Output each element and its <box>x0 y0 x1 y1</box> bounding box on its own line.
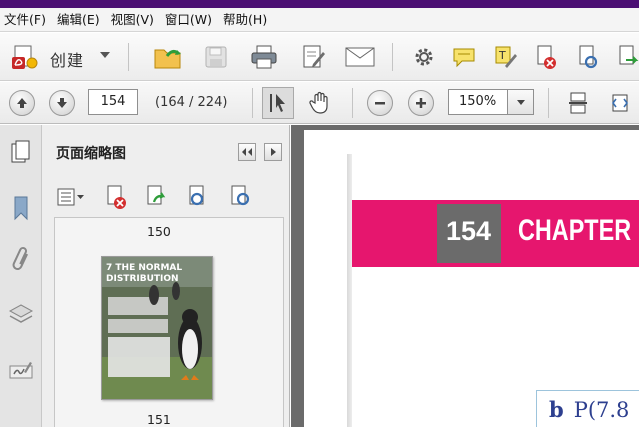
thumbnail-panel: 页面缩略图 150 7 THE NORMAL DISTRIBUTION 151 <box>42 125 290 427</box>
page-binding-edge <box>347 154 352 427</box>
delete-page-icon[interactable] <box>530 41 562 73</box>
zoom-dropdown-button[interactable] <box>508 89 534 115</box>
toolbar-divider <box>548 88 549 118</box>
page-count-label: (164 / 224) <box>155 95 228 110</box>
chapter-number: 154 <box>446 216 492 246</box>
print-icon[interactable] <box>248 41 280 73</box>
navigation-pane-strip <box>0 125 42 427</box>
save-icon[interactable] <box>200 41 232 73</box>
answer-text: P(7.8 <box>573 398 630 422</box>
highlight-icon[interactable]: T <box>490 41 522 73</box>
open-folder-icon[interactable] <box>152 41 184 73</box>
menu-bar: 文件(F) 编辑(E) 视图(V) 窗口(W) 帮助(H) <box>0 8 639 32</box>
svg-text:T: T <box>498 49 506 62</box>
rotate-page-icon[interactable] <box>572 41 604 73</box>
create-dropdown-icon[interactable] <box>100 52 110 58</box>
toolbar-divider <box>392 43 393 71</box>
signature-icon[interactable] <box>6 355 36 385</box>
insert-page-icon[interactable] <box>142 183 170 211</box>
attachment-icon[interactable] <box>6 245 36 275</box>
thumbnail-list[interactable]: 150 7 THE NORMAL DISTRIBUTION 151 <box>54 217 284 427</box>
main-toolbar: 创建 T <box>0 33 639 81</box>
chapter-title: CHAPTER <box>518 214 632 247</box>
thumbnail-page-label: 151 <box>147 412 171 427</box>
page-thumbnail[interactable]: 7 THE NORMAL DISTRIBUTION <box>101 256 213 400</box>
chapter-header-band: 154 CHAPTER <box>352 200 639 267</box>
double-chevron-left-icon <box>242 148 252 156</box>
collapse-panel-button[interactable] <box>238 143 256 161</box>
zoom-level-input[interactable]: 150% <box>448 89 508 115</box>
edit-document-icon[interactable] <box>298 41 330 73</box>
fit-width-icon[interactable] <box>604 87 636 119</box>
create-pdf-icon[interactable] <box>8 41 40 73</box>
thumbnail-page-label: 150 <box>147 224 171 239</box>
handwritten-answer: b P(7.8 <box>549 397 629 422</box>
answer-box: b P(7.8 <box>536 390 639 427</box>
menu-help[interactable]: 帮助(H) <box>219 8 274 32</box>
thumbnail-toolbar <box>50 183 286 213</box>
toolbar-divider <box>252 88 253 118</box>
layers-icon[interactable] <box>6 299 36 329</box>
menu-view[interactable]: 视图(V) <box>107 8 161 32</box>
export-icon[interactable] <box>612 41 639 73</box>
fit-page-icon[interactable] <box>562 87 594 119</box>
menu-edit[interactable]: 编辑(E) <box>53 8 107 32</box>
gear-icon[interactable] <box>408 41 440 73</box>
page-thumbnails-icon[interactable] <box>6 137 36 167</box>
document-view[interactable]: 154 CHAPTER b P(7.8 <box>291 125 639 427</box>
email-icon[interactable] <box>344 41 376 73</box>
previous-page-icon[interactable] <box>9 90 35 116</box>
zoom-in-icon[interactable] <box>408 90 434 116</box>
chevron-right-icon <box>271 148 276 156</box>
bookmark-icon[interactable] <box>6 193 36 223</box>
toolbar-divider <box>128 43 129 71</box>
create-button[interactable]: 创建 <box>50 47 84 71</box>
select-tool-icon[interactable] <box>262 87 294 119</box>
hand-tool-icon[interactable] <box>304 87 336 119</box>
zoom-out-icon[interactable] <box>367 90 393 116</box>
thumbnail-options-button[interactable] <box>54 183 88 211</box>
toolbar-divider <box>352 88 353 118</box>
menu-window[interactable]: 窗口(W) <box>161 8 219 32</box>
thumbnail-heading: 7 THE NORMAL DISTRIBUTION <box>106 263 183 284</box>
panel-options-button[interactable] <box>264 143 282 161</box>
delete-page-icon[interactable] <box>102 183 130 211</box>
rotate-counterclockwise-icon[interactable] <box>184 183 212 211</box>
answer-label: b <box>549 397 564 422</box>
menu-file[interactable]: 文件(F) <box>0 8 53 32</box>
document-page: 154 CHAPTER b P(7.8 <box>304 130 639 427</box>
next-page-icon[interactable] <box>49 90 75 116</box>
comment-icon[interactable] <box>448 41 480 73</box>
rotate-clockwise-icon[interactable] <box>226 183 254 211</box>
panel-title: 页面缩略图 <box>56 146 126 162</box>
page-number-input[interactable]: 154 <box>88 89 138 115</box>
chevron-down-icon <box>516 99 525 105</box>
